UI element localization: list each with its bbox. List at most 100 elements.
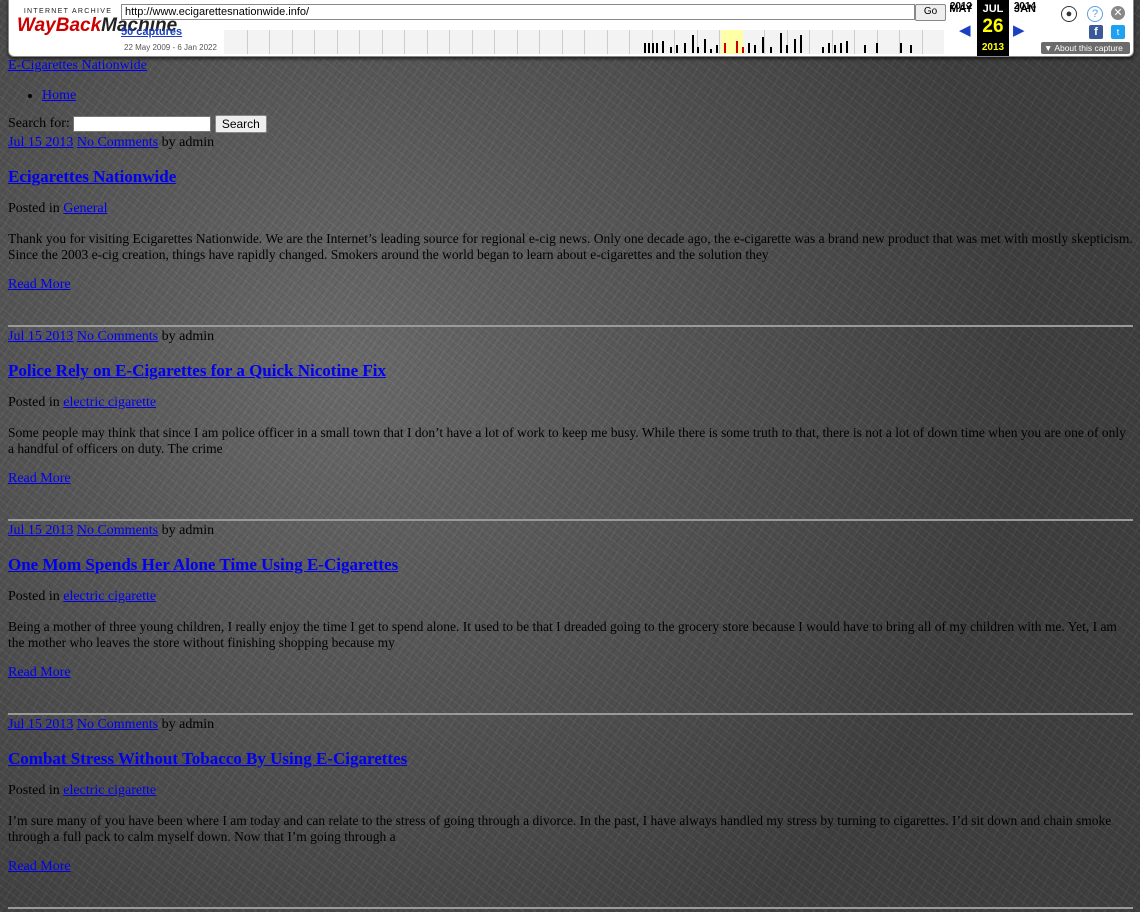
nav-item-home: Home — [42, 88, 1133, 104]
sparkline-capture-bar — [704, 39, 706, 53]
post-title-link[interactable]: Police Rely on E-Cigarettes for a Quick … — [8, 361, 386, 380]
sparkline-capture-bar — [794, 39, 796, 53]
post: Jul 15 2013 No Comments by admin Ecigare… — [8, 135, 1133, 329]
captures-link[interactable]: 50 captures — [121, 26, 182, 38]
post-meta: Jul 15 2013 No Comments by admin — [8, 329, 1133, 347]
post-comments-link[interactable]: No Comments — [77, 135, 158, 150]
post-title-link[interactable]: Combat Stress Without Tobacco By Using E… — [8, 749, 407, 768]
wayback-logo[interactable]: INTERNET ARCHIVE WayBackMachine — [17, 8, 177, 48]
capture-sparkline[interactable] — [224, 30, 944, 54]
sparkline-capture-bar — [786, 45, 788, 53]
sparkline-year-divider — [381, 30, 383, 54]
sparkline-capture-bar — [780, 33, 782, 53]
search-input[interactable] — [72, 116, 211, 132]
sparkline-year-divider — [269, 30, 270, 54]
post-category: Posted in electric cigarette — [8, 783, 1133, 801]
prev-month-link[interactable]: MAY 2012 — [945, 0, 977, 15]
sparkline-year-divider — [359, 30, 360, 54]
post-category: Posted in General — [8, 201, 1133, 219]
logo-top-text: INTERNET ARCHIVE — [23, 8, 113, 15]
sparkline-year-divider — [809, 30, 810, 54]
post-title-link[interactable]: Ecigarettes Nationwide — [8, 167, 176, 186]
facebook-icon[interactable]: f — [1089, 25, 1103, 39]
read-more-link[interactable]: Read More — [8, 471, 1133, 489]
post-date-link[interactable]: Jul 15 2013 — [8, 135, 73, 150]
sparkline-capture-bar — [710, 49, 712, 53]
post: Jul 15 2013 No Comments by admin Combat … — [8, 717, 1133, 911]
wayback-toolbar: INTERNET ARCHIVE WayBackMachine http://w… — [8, 0, 1134, 57]
sparkline-capture-bar — [900, 43, 902, 53]
post: Jul 15 2013 No Comments by admin Police … — [8, 329, 1133, 523]
about-capture-button[interactable]: ▼ About this capture — [1041, 42, 1130, 54]
post-category: Posted in electric cigarette — [8, 395, 1133, 413]
post-comments-link[interactable]: No Comments — [77, 523, 158, 538]
post-category: Posted in electric cigarette — [8, 589, 1133, 607]
sparkline-year-divider — [426, 30, 428, 54]
go-button[interactable]: Go — [915, 4, 946, 21]
post-author: by admin — [161, 329, 215, 344]
sparkline-capture-bar — [754, 45, 756, 53]
post-title-link[interactable]: One Mom Spends Her Alone Time Using E-Ci… — [8, 555, 398, 574]
sparkline-year-divider — [516, 30, 518, 54]
sparkline-capture-bar — [770, 47, 772, 53]
sparkline-year-divider — [494, 30, 495, 54]
post-date-link[interactable]: Jul 15 2013 — [8, 329, 73, 344]
category-link[interactable]: electric cigarette — [63, 395, 156, 410]
post-title: Combat Stress Without Tobacco By Using E… — [8, 749, 1133, 769]
sparkline-year-divider — [764, 30, 765, 54]
current-capture-date: JUL 26 2013 — [977, 0, 1009, 56]
category-link[interactable]: electric cigarette — [63, 783, 156, 798]
sparkline-year-divider — [246, 30, 248, 54]
sparkline-year-divider — [291, 30, 293, 54]
posted-in-label: Posted in — [8, 783, 60, 798]
sparkline-capture-bar — [828, 43, 830, 53]
sparkline-capture-bar — [736, 41, 738, 53]
main-nav: Home — [42, 88, 1133, 104]
post-author: by admin — [161, 717, 215, 732]
post-divider — [8, 907, 1133, 909]
post-comments-link[interactable]: No Comments — [77, 329, 158, 344]
post-divider — [8, 713, 1133, 715]
sparkline-capture-bar — [644, 43, 646, 53]
sparkline-capture-bar — [684, 43, 686, 53]
post-title: One Mom Spends Her Alone Time Using E-Ci… — [8, 555, 1133, 575]
sparkline-capture-bar — [864, 45, 866, 53]
sparkline-capture-bar — [697, 47, 699, 53]
post: Jul 15 2013 No Comments by admin One Mom… — [8, 523, 1133, 717]
sparkline-capture-bar — [834, 45, 836, 53]
caret-down-icon: ▼ — [1044, 43, 1055, 53]
capture-range: 22 May 2009 - 6 Jan 2022 — [124, 43, 217, 52]
next-arrow-icon[interactable]: ▶ — [1013, 21, 1025, 39]
nav-link-home[interactable]: Home — [42, 88, 76, 103]
post-date-link[interactable]: Jul 15 2013 — [8, 523, 73, 538]
close-icon[interactable]: ✕ — [1111, 6, 1125, 20]
category-link[interactable]: electric cigarette — [63, 589, 156, 604]
sparkline-capture-bar — [742, 47, 744, 53]
read-more-link[interactable]: Read More — [8, 859, 1133, 877]
twitter-icon[interactable]: t — [1111, 25, 1125, 39]
post-comments-link[interactable]: No Comments — [77, 717, 158, 732]
site-title-link[interactable]: E-Cigarettes Nationwide — [8, 58, 1133, 76]
prev-arrow-icon[interactable]: ◀ — [959, 21, 971, 39]
sparkline-year-divider — [854, 30, 855, 54]
category-link[interactable]: General — [63, 201, 107, 216]
sparkline-capture-bar — [822, 47, 824, 53]
url-input[interactable]: http://www.ecigarettesnationwide.info/ — [121, 4, 915, 20]
post-meta: Jul 15 2013 No Comments by admin — [8, 523, 1133, 541]
help-icon[interactable]: ? — [1087, 6, 1103, 22]
sparkline-capture-bar — [670, 47, 672, 53]
post-author: by admin — [161, 135, 215, 150]
posted-in-label: Posted in — [8, 395, 60, 410]
sparkline-capture-bar — [800, 35, 802, 53]
post-divider — [8, 325, 1133, 327]
post-excerpt: I’m sure many of you have been where I a… — [8, 813, 1112, 844]
read-more-link[interactable]: Read More — [8, 665, 1133, 683]
next-month-link[interactable]: JAN 2014 — [1009, 0, 1041, 15]
user-icon[interactable]: ● — [1061, 6, 1077, 22]
sparkline-capture-bar — [724, 43, 726, 53]
search-button[interactable]: Search — [214, 115, 267, 133]
post-list: Jul 15 2013 No Comments by admin Ecigare… — [8, 135, 1133, 911]
read-more-link[interactable]: Read More — [8, 277, 1133, 295]
post-date-link[interactable]: Jul 15 2013 — [8, 717, 73, 732]
sparkline-capture-bar — [846, 41, 848, 53]
